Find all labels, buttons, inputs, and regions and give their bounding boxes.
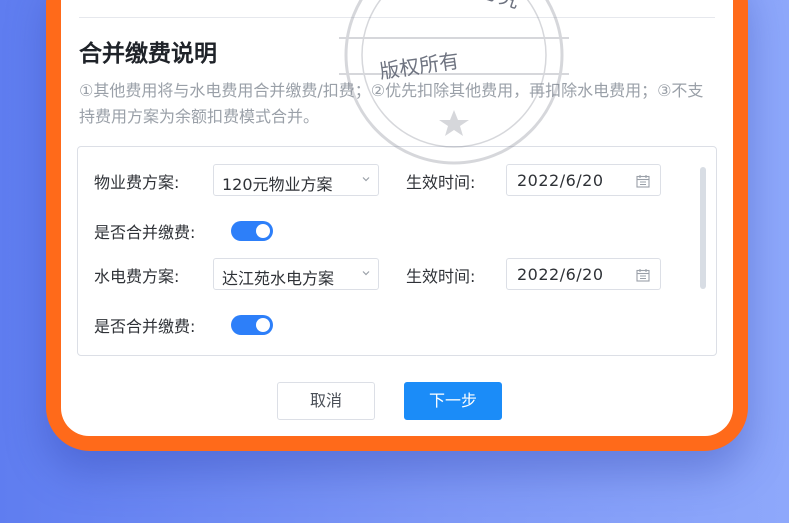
scrollbar[interactable]: [700, 167, 706, 289]
property-effective-label: 生效时间:: [406, 173, 476, 192]
utility-plan-label: 水电费方案:: [94, 267, 180, 286]
next-step-button[interactable]: 下一步: [404, 382, 502, 420]
calendar-icon: [636, 269, 650, 282]
utility-effective-value: 2022/6/20: [517, 265, 604, 284]
property-effective-date[interactable]: 2022/6/20: [506, 164, 661, 196]
dialog-title: 合并缴费说明: [79, 41, 217, 67]
dialog-description: ①其他费用将与水电费用合并缴费/扣费；②优先扣除其他费用，再扣除水电费用；③不支…: [79, 81, 704, 126]
utility-effective-label: 生效时间:: [406, 267, 476, 286]
property-effective-value: 2022/6/20: [517, 171, 604, 190]
property-merge-switch[interactable]: [231, 221, 273, 241]
utility-plan-select[interactable]: 达江苑水电方案: [213, 258, 379, 290]
watermark-text-top: 版权所有 盗图必究: [357, 0, 524, 14]
utility-effective-date[interactable]: 2022/6/20: [506, 258, 661, 290]
switch-knob: [256, 224, 270, 238]
utility-merge-switch[interactable]: [231, 315, 273, 335]
property-plan-select[interactable]: 120元物业方案: [213, 164, 379, 196]
calendar-icon: [636, 175, 650, 188]
utility-plan-value: 达江苑水电方案: [222, 269, 335, 288]
cancel-button[interactable]: 取消: [277, 382, 375, 420]
property-plan-value: 120元物业方案: [222, 175, 333, 194]
dialog-screen: 合并缴费说明 ①其他费用将与水电费用合并缴费/扣费；②优先扣除其他费用，再扣除水…: [61, 0, 733, 436]
switch-knob: [256, 318, 270, 332]
chevron-down-icon: [362, 177, 370, 182]
plan-panel: 物业费方案: 120元物业方案 生效时间: 2022/6/20 是否合并缴费: …: [77, 146, 717, 356]
property-merge-label: 是否合并缴费:: [94, 223, 196, 242]
top-divider: [79, 17, 715, 18]
property-plan-label: 物业费方案:: [94, 173, 180, 192]
utility-merge-label: 是否合并缴费:: [94, 317, 196, 336]
chevron-down-icon: [362, 271, 370, 276]
